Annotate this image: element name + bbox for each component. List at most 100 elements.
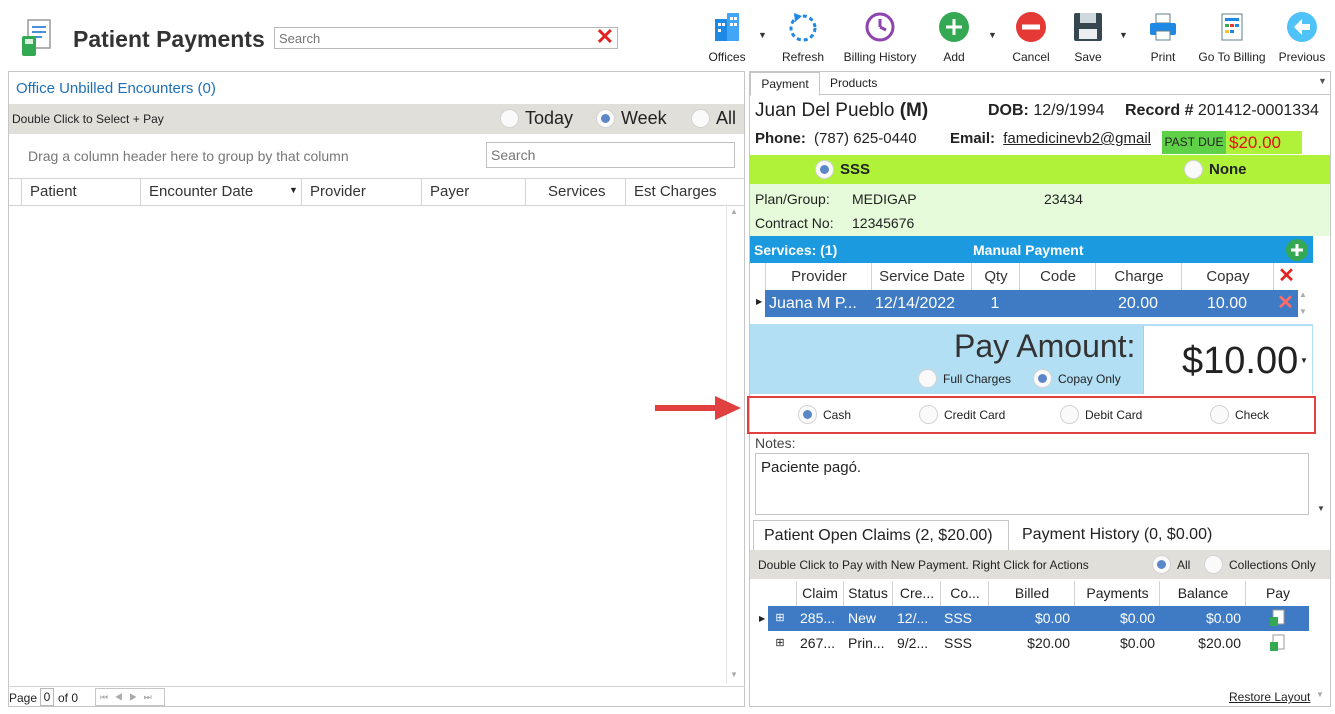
service-row[interactable]: Juana M P... 12/14/2022 1 20.00 10.00 ✕ [765,290,1298,317]
copay-only-radio[interactable] [1033,369,1052,388]
tab-products[interactable]: Products [830,72,877,94]
print-button[interactable]: Print [1143,8,1183,64]
delete-service-icon[interactable]: ✕ [1273,290,1298,317]
go-to-billing-button[interactable]: Go To Billing [1197,8,1267,64]
credit-card-radio[interactable] [919,405,938,424]
claims-filter-all[interactable]: All [1152,555,1190,574]
column-payer[interactable]: Payer [421,179,525,205]
scroll-down-icon[interactable]: ▼ [1299,307,1313,316]
column-provider[interactable]: Provider [765,263,872,290]
record-value: 201412-0001334 [1197,102,1319,119]
save-dropdown-icon[interactable]: ▼ [1119,30,1128,40]
full-charges-option[interactable]: Full Charges [918,369,1011,388]
column-created[interactable]: Cre... [892,581,941,606]
search-input[interactable] [275,28,583,48]
column-est-charges[interactable]: Est Charges [625,179,727,205]
notes-textarea[interactable]: Paciente pagó. [755,453,1309,515]
check-radio[interactable] [1210,405,1229,424]
offices-button[interactable]: Offices [706,8,748,64]
column-payments[interactable]: Payments [1074,581,1160,606]
expand-row-icon[interactable]: ⊞ [774,606,786,631]
pay-claim-icon[interactable] [1268,606,1288,631]
method-cash[interactable]: Cash [798,405,851,424]
column-encounter-date[interactable]: Encounter Date [140,179,305,205]
previous-button[interactable]: Previous [1278,8,1326,64]
no-insurance-radio[interactable] [1184,160,1203,179]
column-provider[interactable]: Provider [301,179,421,205]
column-pay[interactable]: Pay [1245,581,1310,606]
full-charges-radio[interactable] [918,369,937,388]
scroll-up-icon[interactable]: ▲ [1299,290,1313,299]
billing-history-button[interactable]: Billing History [840,8,920,64]
primary-insurance-radio[interactable] [815,160,834,179]
column-service-date[interactable]: Service Date [871,263,972,290]
claims-filter-collections[interactable]: Collections Only [1204,555,1316,574]
notes-scroll-down-icon[interactable]: ▼ [1317,504,1325,513]
scroll-up-icon[interactable]: ▲ [730,207,738,216]
restore-layout-link[interactable]: Restore Layout [1229,690,1310,704]
pay-claim-icon[interactable] [1268,631,1288,656]
cancel-button[interactable]: Cancel [1008,8,1054,64]
tab-open-claims[interactable]: Patient Open Claims (2, $20.00) [753,520,1009,550]
column-billed[interactable]: Billed [988,581,1075,606]
column-qty[interactable]: Qty [971,263,1020,290]
offices-dropdown-icon[interactable]: ▼ [758,30,767,40]
services-scrollbar[interactable]: ▲ ▼ [1299,290,1313,320]
save-button[interactable]: Save [1068,8,1108,64]
all-radio[interactable] [691,109,710,128]
filter-week[interactable]: Week [596,108,667,129]
column-company[interactable]: Co... [940,581,989,606]
column-patient[interactable]: Patient [21,179,149,205]
email-link[interactable]: famedicinevb2@gmail [1003,130,1151,147]
claim-row[interactable]: ⊞ 267... Prin... 9/2... SSS $20.00 $0.00… [768,631,1309,656]
claims-scroll-down-icon[interactable]: ▼ [1316,690,1324,699]
column-claim[interactable]: Claim [796,581,843,606]
insurance-none-option[interactable]: None [1184,160,1247,179]
copay-only-option[interactable]: Copay Only [1033,369,1121,388]
dob-value: 12/9/1994 [1033,102,1105,119]
insurance-primary-option[interactable]: SSS [815,160,870,179]
unbilled-encounters-heading[interactable]: Office Unbilled Encounters (0) [16,80,216,97]
method-credit-card[interactable]: Credit Card [919,405,1005,424]
method-check[interactable]: Check [1210,405,1269,424]
scroll-down-icon[interactable]: ▼ [730,670,738,679]
filter-all[interactable]: All [691,108,736,129]
pay-amount-dropdown-icon[interactable]: ▼ [1300,356,1308,365]
cash-radio[interactable] [798,405,817,424]
claim-row[interactable]: ⊞ 285... New 12/... SSS $0.00 $0.00 $0.0… [768,606,1309,631]
claims-all-radio[interactable] [1152,555,1171,574]
debit-card-radio[interactable] [1060,405,1079,424]
column-charge[interactable]: Charge [1095,263,1182,290]
encounters-scrollbar[interactable]: ▲ ▼ [726,204,744,684]
column-code[interactable]: Code [1019,263,1096,290]
grid-search-input[interactable] [487,143,733,167]
column-balance[interactable]: Balance [1159,581,1246,606]
manual-payment-label[interactable]: Manual Payment [973,242,1083,258]
filter-today[interactable]: Today [500,108,573,129]
collections-radio[interactable] [1204,555,1223,574]
tab-payment-history[interactable]: Payment History (0, $0.00) [1022,520,1212,550]
tab-payment[interactable]: Payment [750,72,820,96]
patient-dob: DOB: 12/9/1994 [988,102,1105,120]
tabs-dropdown-icon[interactable]: ▼ [1318,76,1327,86]
column-copay[interactable]: Copay [1181,263,1274,290]
clear-search-icon[interactable]: ✕ [596,26,614,48]
expand-row-icon[interactable]: ⊞ [774,631,786,656]
refresh-button[interactable]: Refresh [780,8,826,64]
cancel-icon [1008,8,1054,46]
page-number-input[interactable]: 0 [40,688,54,706]
today-radio[interactable] [500,109,519,128]
column-status[interactable]: Status [843,581,892,606]
column-services[interactable]: Services [525,179,625,205]
plus-icon [934,8,974,46]
pay-amount-value[interactable]: $10.00 [1182,340,1298,383]
search-box[interactable]: ✕ [274,26,618,49]
add-dropdown-icon[interactable]: ▼ [988,30,997,40]
pager-navigation-icon[interactable]: ⏮ ◀ ▶ ⏭ [95,688,165,706]
method-debit-card[interactable]: Debit Card [1060,405,1142,424]
week-radio[interactable] [596,109,615,128]
add-button[interactable]: Add [934,8,974,64]
grid-search-box[interactable] [486,142,735,168]
delete-all-icon[interactable]: ✕ [1273,263,1299,290]
pay-amount-field[interactable]: $10.00 ▼ [1143,326,1312,394]
